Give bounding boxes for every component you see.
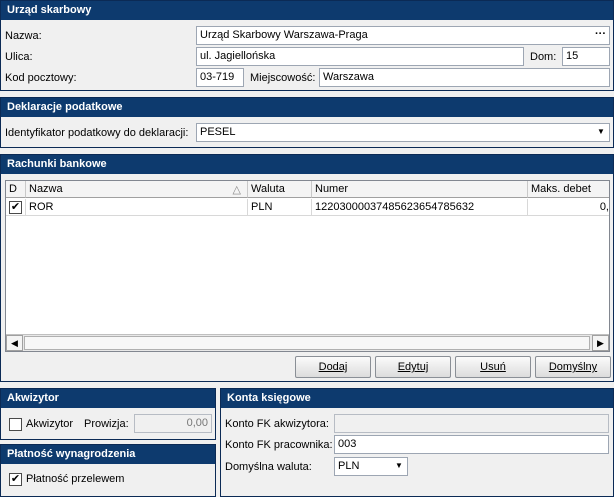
- panel-title: Urząd skarbowy: [1, 1, 613, 20]
- domyslny-label: Domyślny: [548, 361, 598, 373]
- sort-asc-icon: △: [232, 184, 241, 196]
- horizontal-scrollbar[interactable]: ◀ ▶: [6, 334, 609, 351]
- cell-numer: 12203000037485623654785632: [312, 199, 528, 216]
- akwizytor-checkbox[interactable]: [9, 418, 22, 431]
- dom-field[interactable]: 15: [562, 47, 610, 66]
- edytuj-button[interactable]: Edytuj: [375, 356, 451, 378]
- nazwa-field[interactable]: Urząd Skarbowy Warszawa-Praga ···: [196, 26, 610, 45]
- ellipsis-button[interactable]: ···: [595, 28, 606, 40]
- identyfikator-label: Identyfikator podatkowy do deklaracji:: [5, 127, 189, 139]
- waluta-select[interactable]: PLN ▼: [334, 457, 408, 476]
- pracownika-field[interactable]: 003: [334, 435, 609, 454]
- edytuj-label: Edytuj: [397, 361, 429, 373]
- akwizytora-label: Konto FK akwizytora:: [225, 418, 329, 430]
- identyfikator-select[interactable]: PESEL ▼: [196, 123, 610, 142]
- col-header-numer[interactable]: Numer: [312, 181, 528, 198]
- cell-waluta: PLN: [248, 199, 312, 216]
- accounts-table: D Nazwa △ Waluta Numer Maks. debet ✔ ROR…: [5, 180, 610, 352]
- panel-title: Rachunki bankowe: [1, 155, 613, 174]
- col-header-d[interactable]: D: [6, 181, 26, 198]
- ulica-label: Ulica:: [5, 51, 33, 63]
- panel-rachunki: Rachunki bankowe D Nazwa △ Waluta Numer …: [0, 154, 614, 382]
- akwizytor-label: Akwizytor: [26, 418, 74, 430]
- cell-nazwa: ROR: [26, 199, 248, 216]
- panel-title: Akwizytor: [1, 389, 215, 408]
- domyslny-button[interactable]: Domyślny: [535, 356, 611, 378]
- prowizja-label: Prowizja:: [84, 418, 129, 430]
- ulica-field[interactable]: ul. Jagiellońska: [196, 47, 524, 66]
- scroll-thumb[interactable]: [24, 336, 590, 350]
- col-header-waluta[interactable]: Waluta: [248, 181, 312, 198]
- miejscowosc-field[interactable]: Warszawa: [319, 68, 610, 87]
- panel-deklaracje: Deklaracje podatkowe Identyfikator podat…: [0, 97, 614, 148]
- row-checkbox-cell[interactable]: ✔: [6, 199, 26, 216]
- scroll-left-icon[interactable]: ◀: [6, 335, 23, 351]
- panel-title: Płatność wynagrodzenia: [1, 445, 215, 464]
- przelew-checkbox[interactable]: ✔: [9, 473, 22, 486]
- row-check-icon[interactable]: ✔: [9, 201, 22, 214]
- usun-label: Usuń: [480, 361, 506, 373]
- prowizja-field[interactable]: 0,00: [134, 414, 212, 433]
- chevron-down-icon[interactable]: ▼: [593, 124, 609, 141]
- waluta-label: Domyślna waluta:: [225, 461, 312, 473]
- dodaj-label: Dodaj: [318, 361, 348, 373]
- panel-title: Konta księgowe: [221, 389, 613, 408]
- panel-platnosc: Płatność wynagrodzenia ✔ Płatność przele…: [0, 444, 216, 497]
- cell-maks: 0,: [528, 199, 609, 216]
- pracownika-label: Konto FK pracownika:: [225, 439, 333, 451]
- panel-urzad-skarbowy: Urząd skarbowy Nazwa: Urząd Skarbowy War…: [0, 0, 614, 91]
- identyfikator-value: PESEL: [200, 126, 236, 138]
- col-header-nazwa[interactable]: Nazwa △: [26, 181, 248, 198]
- przelew-label: Płatność przelewem: [26, 473, 125, 485]
- waluta-value: PLN: [338, 460, 360, 472]
- akwizytora-field[interactable]: [334, 414, 609, 433]
- panel-title: Deklaracje podatkowe: [1, 98, 613, 117]
- kod-label: Kod pocztowy:: [5, 72, 77, 84]
- col-header-maks[interactable]: Maks. debet: [528, 181, 609, 198]
- miejscowosc-label: Miejscowość:: [250, 72, 316, 84]
- panel-akwizytor: Akwizytor Akwizytor Prowizja: 0,00: [0, 388, 216, 440]
- dodaj-button[interactable]: Dodaj: [295, 356, 371, 378]
- kod-field[interactable]: 03-719: [196, 68, 244, 87]
- chevron-down-icon[interactable]: ▼: [391, 458, 407, 475]
- usun-button[interactable]: Usuń: [455, 356, 531, 378]
- nazwa-value: Urząd Skarbowy Warszawa-Praga: [200, 29, 368, 41]
- dom-label: Dom:: [530, 51, 557, 63]
- nazwa-label: Nazwa:: [5, 30, 42, 42]
- scroll-right-icon[interactable]: ▶: [592, 335, 609, 351]
- panel-konta: Konta księgowe Konto FK akwizytora: Kont…: [220, 388, 614, 497]
- col-header-nazwa-label: Nazwa: [29, 183, 63, 195]
